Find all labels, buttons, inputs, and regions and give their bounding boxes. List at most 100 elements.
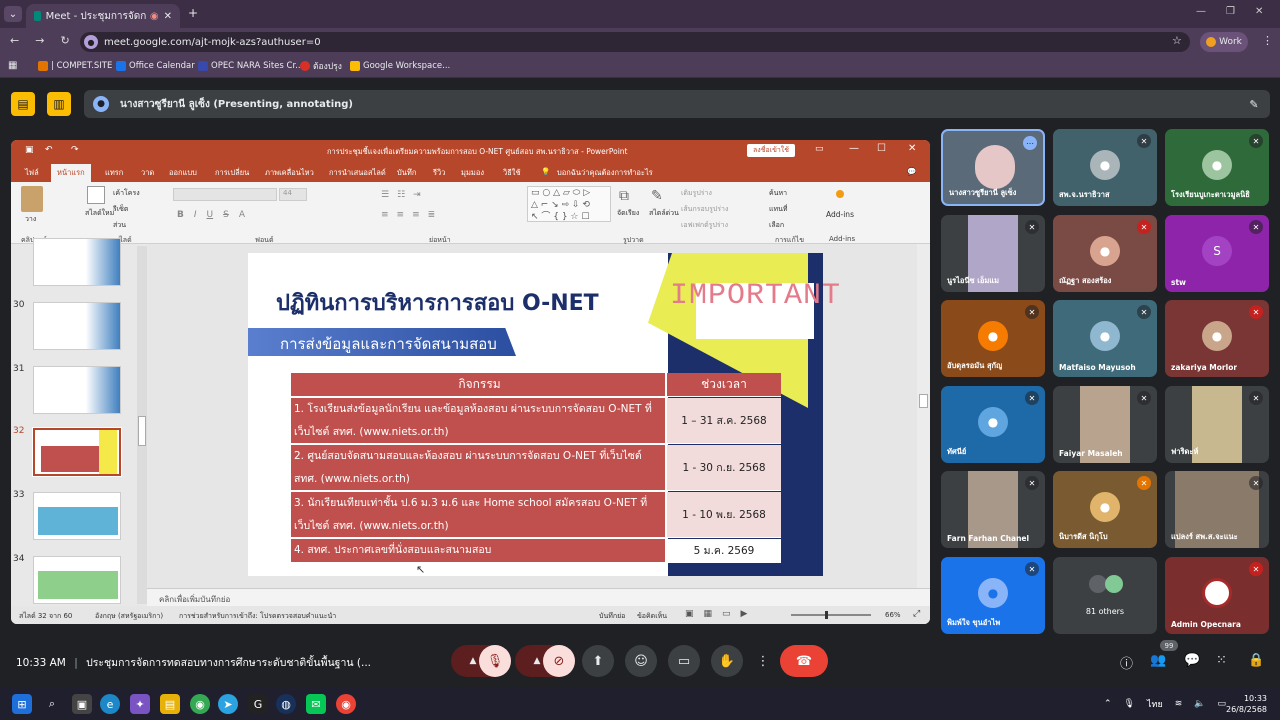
tab-search-icon[interactable]: ⌄ [4,6,22,22]
minimize-icon[interactable]: — [1196,6,1206,17]
fit-to-window-icon[interactable]: ⤢ [913,609,920,619]
comments-icon[interactable]: 💬 [907,167,916,176]
quick-styles-icon[interactable]: ✎ [651,188,663,204]
url-field[interactable]: meet.google.com/ajt-mojk-azs?authuser=0 [80,32,1190,52]
status-comments-button[interactable]: ข้อคิดเห็น [637,611,667,622]
info-icon[interactable]: ⓘ [1120,653,1133,672]
task-view-icon[interactable]: ▣ [72,694,92,714]
tab-close-icon[interactable]: ✕ [164,11,172,22]
align-right-icon[interactable]: ≡ [412,210,420,220]
menu-design[interactable]: ออกแบบ [169,167,197,179]
redo-icon[interactable]: ↷ [71,145,79,155]
tray-mic-icon[interactable]: 🎙 [1124,699,1135,709]
participant-tile[interactable]: ✕ ฟาริดะห์ [1165,386,1269,463]
battery-icon[interactable]: ▭ [1217,699,1226,709]
participant-tile[interactable]: ⋯ นางสาวซูรียานี ลูเซ็ง [941,129,1045,206]
app-g-icon[interactable]: G [248,694,268,714]
bookmark-thai[interactable]: ต้องปรุง [300,58,342,74]
mic-off-button[interactable]: 🎙 [479,645,511,677]
replace-button[interactable]: แทนที่ [769,204,788,215]
ppt-minimize-icon[interactable]: — [849,143,859,154]
thumbs-scrollbar[interactable] [137,246,147,604]
tray-chevron-icon[interactable]: ⌃ [1104,699,1112,709]
slide-thumbnail[interactable] [33,366,121,414]
stop-presenting-icon[interactable]: ▤ [11,92,35,116]
forward-icon[interactable]: → [35,34,44,47]
file-explorer-icon[interactable]: ▤ [160,694,180,714]
participant-tile[interactable]: ✕ นูรไอนีซ เอ็มแม [941,215,1045,292]
emoji-button[interactable]: ☺ [625,645,657,677]
raise-hand-button[interactable]: ✋ [711,645,743,677]
slide-thumbnail[interactable] [33,492,121,540]
participant-tile[interactable]: ✕ Faiyar Masaleh [1053,386,1157,463]
bookmark-star-icon[interactable]: ☆ [1172,34,1182,47]
bookmark-opec-nara[interactable]: OPEC NARA Sites Cr... [198,58,303,74]
menu-record[interactable]: บันทึก [397,167,416,179]
normal-view-icon[interactable]: ▣ [685,609,694,619]
menu-home[interactable]: หน้าแรก [51,164,91,182]
system-clock[interactable]: 10:33 26/8/2568 [1226,693,1267,715]
menu-transitions[interactable]: การเปลี่ยน [215,167,249,179]
more-options-icon[interactable]: ⋯ [1023,136,1037,150]
chevron-up-icon[interactable]: ▲ [470,656,477,666]
chrome-profile-icon[interactable]: ◉ [336,694,356,714]
volume-icon[interactable]: 🔈 [1194,699,1205,709]
zoom-level[interactable]: 66% [885,611,901,619]
numbering-icon[interactable]: ☷ [397,190,405,200]
menu-kebab-icon[interactable]: ⋮ [1262,34,1273,47]
slide-thumbnail[interactable] [33,238,121,286]
participant-tile[interactable]: ● ✕ zakariya Morlor [1165,300,1269,377]
search-icon[interactable]: ⌕ [42,694,62,714]
host-controls-icon[interactable]: 🔒 [1248,653,1264,668]
bold-icon[interactable]: B [177,210,184,220]
font-size-field[interactable]: 44 [279,188,307,201]
slide-thumbnail[interactable] [33,302,121,350]
justify-icon[interactable]: ≣ [428,210,436,220]
arrange-icon[interactable]: ⧉ [619,188,629,204]
bookmark-compet[interactable]: | COMPET.SITE [38,58,112,74]
new-slide-icon[interactable] [87,186,105,204]
menu-help[interactable]: วิธีใช้ [503,167,521,179]
reading-view-icon[interactable]: ▭ [722,609,731,619]
underline-icon[interactable]: U [207,210,214,220]
sign-in-button[interactable]: ลงชื่อเข้าใช้ [747,144,795,157]
more-options-button[interactable]: ⋮ [754,645,772,677]
menu-view[interactable]: มุมมอง [461,167,484,179]
participant-tile[interactable]: ● ✕ นิบารดีส นิกุโบ [1053,471,1157,548]
slide-thumbnail-selected[interactable] [32,427,122,477]
menu-slideshow[interactable]: การนำเสนอสไลด์ [329,167,386,179]
menu-file[interactable]: ไฟล์ [25,167,39,179]
participant-tile[interactable]: ● ✕ ณัฏฐา สองสร้อง [1053,215,1157,292]
new-tab-icon[interactable]: + [188,6,198,20]
menu-review[interactable]: รีวิว [433,167,445,179]
participant-tile[interactable]: ● ✕ อับดุลรอมัน สุกัญ [941,300,1045,377]
align-left-icon[interactable]: ≡ [381,210,389,220]
line-icon[interactable]: ✉ [306,694,326,714]
ppt-maximize-icon[interactable]: ☐ [877,143,886,154]
bookmark-google-workspace[interactable]: Google Workspace... [350,58,450,74]
strikethrough-icon[interactable]: S [223,210,229,220]
font-color-icon[interactable]: A [239,210,245,220]
align-center-icon[interactable]: ≡ [397,210,405,220]
undo-icon[interactable]: ↶ [45,145,53,155]
status-accessibility[interactable]: การช่วยสำหรับการเข้าถึง: โปรดตรวจสอบคำแน… [179,611,336,622]
camera-off-button[interactable]: ⊘ [543,645,575,677]
indent-icon[interactable]: ⇥ [413,190,421,200]
copilot-icon[interactable]: ✦ [130,694,150,714]
window-close-icon[interactable]: ✕ [1255,6,1263,17]
menu-insert[interactable]: แทรก [105,167,123,179]
browser-tab[interactable]: Meet - ประชุมการจัดการทดสอบ... ◉ ✕ [26,4,180,28]
paste-icon[interactable] [21,186,43,212]
find-button[interactable]: ค้นหา [769,188,787,199]
menu-draw[interactable]: วาด [141,167,154,179]
chrome-icon[interactable]: ◉ [190,694,210,714]
present-button[interactable]: ⬆ [582,645,614,677]
participant-tile[interactable]: ● ✕ โรงเรียนบูเกะตาเวมูลนิธิ [1165,129,1269,206]
site-info-icon[interactable]: ● [84,35,98,49]
menu-animations[interactable]: ภาพเคลื่อนไหว [265,167,314,179]
italic-icon[interactable]: I [194,210,197,220]
others-tile[interactable]: 81 others [1053,557,1157,634]
apps-grid-icon[interactable]: ▦ [8,60,17,71]
participant-tile[interactable]: S ✕ stw [1165,215,1269,292]
save-icon[interactable]: ▣ [25,145,34,155]
